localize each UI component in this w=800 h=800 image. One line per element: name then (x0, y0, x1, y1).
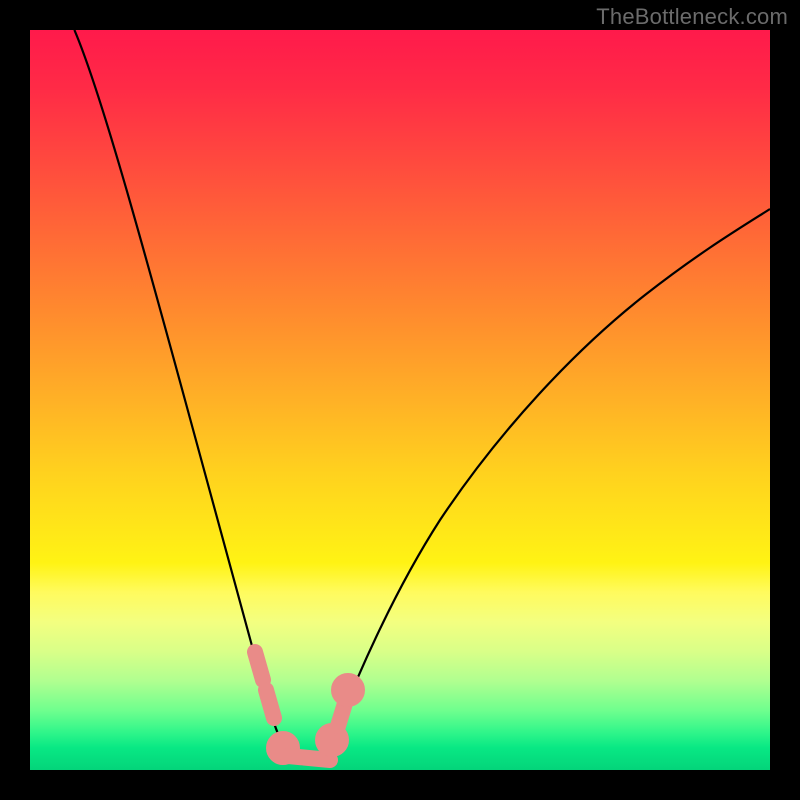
bottleneck-curve (74, 30, 770, 764)
marker-group (255, 652, 357, 760)
watermark-text: TheBottleneck.com (596, 4, 788, 30)
chart-frame: TheBottleneck.com (0, 0, 800, 800)
chart-svg (30, 30, 770, 770)
plot-area (30, 30, 770, 770)
